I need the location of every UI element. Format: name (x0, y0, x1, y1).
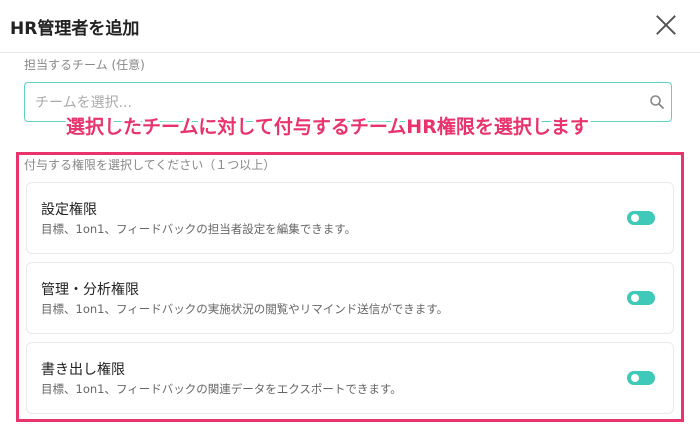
permission-description: 目標、1on1、フィードバックの実施状況の閲覧やリマインド送信ができます。 (41, 302, 449, 316)
permission-card-export: 書き出し権限 目標、1on1、フィードバックの関連データをエクスポートできます。 (26, 342, 674, 414)
permission-description: 目標、1on1、フィードバックの関連データをエクスポートできます。 (41, 382, 402, 396)
dialog-header: HR管理者を追加 (0, 0, 700, 53)
permissions-section-label: 付与する権限を選択してください（１つ以上） (24, 158, 276, 172)
permission-toggle-export[interactable] (627, 371, 655, 385)
permission-title: 書き出し権限 (41, 362, 125, 378)
annotation-text: 選択したチームに対して付与するチームHR権限を選択します (66, 116, 589, 138)
dialog-title: HR管理者を追加 (10, 19, 140, 39)
team-field-label: 担当するチーム (任意) (24, 58, 145, 72)
permission-title: 管理・分析権限 (41, 282, 139, 298)
search-icon[interactable] (649, 94, 665, 110)
permission-card-settings: 設定権限 目標、1on1、フィードバックの担当者設定を編集できます。 (26, 182, 674, 254)
permission-card-management: 管理・分析権限 目標、1on1、フィードバックの実施状況の閲覧やリマインド送信が… (26, 262, 674, 334)
permission-description: 目標、1on1、フィードバックの担当者設定を編集できます。 (41, 222, 357, 236)
close-icon[interactable] (651, 10, 681, 40)
permission-toggle-settings[interactable] (627, 211, 655, 225)
permission-title: 設定権限 (41, 202, 97, 218)
permission-toggle-management[interactable] (627, 291, 655, 305)
